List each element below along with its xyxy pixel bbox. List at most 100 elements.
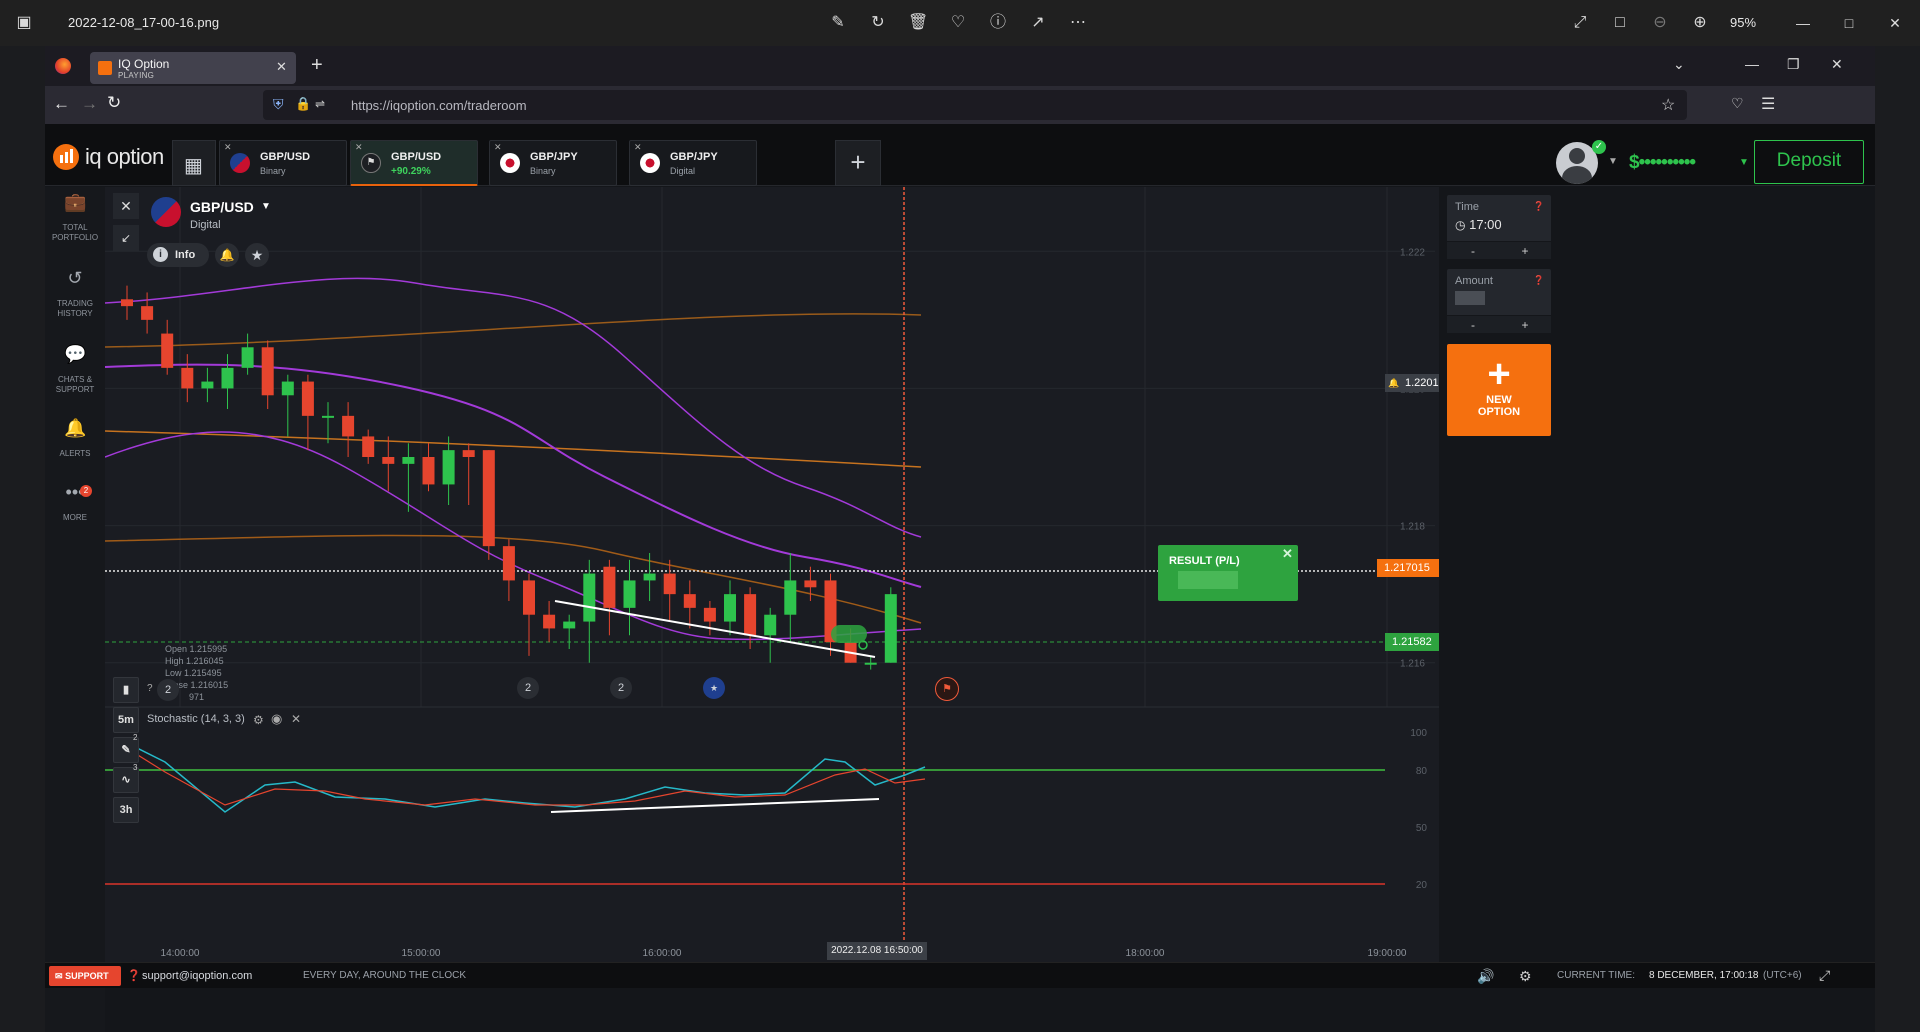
zoom-in-icon[interactable]: ⊕ — [1690, 13, 1710, 33]
account-balance[interactable]: $•••••••••• — [1629, 152, 1696, 174]
asset-tab-gbpjpy-binary[interactable]: ✕ GBP/JPY Binary — [489, 140, 617, 186]
new-tab-icon[interactable]: + — [311, 54, 323, 77]
close-asset-tab-icon[interactable]: ✕ — [224, 142, 232, 153]
candle-body — [864, 662, 877, 665]
maximize-window-button[interactable]: □ — [1826, 8, 1872, 38]
forward-arrow-icon[interactable]: → — [81, 94, 98, 114]
profile-chevron-down-icon[interactable]: ▼ — [1608, 156, 1618, 167]
candle-body — [342, 415, 355, 437]
actual-size-icon[interactable]: □ — [1610, 13, 1630, 33]
amount-control[interactable]: Amount ❓ - + — [1447, 269, 1551, 333]
close-result-icon[interactable]: ✕ — [1282, 546, 1293, 562]
sidebar-item-trading-history[interactable]: ↺ TRADING HISTORY — [45, 269, 105, 319]
timeframe-3h-button[interactable]: 3h — [113, 797, 139, 823]
close-asset-tab-icon[interactable]: ✕ — [634, 142, 642, 153]
close-chart-icon[interactable]: ✕ — [113, 193, 139, 219]
hamburger-menu-icon[interactable]: ☰ — [1761, 94, 1775, 114]
asset-tab-gbpusd-binary[interactable]: ✕ GBP/USD Binary — [219, 140, 347, 186]
gbp-jpy-flag-icon — [500, 153, 520, 173]
chart-type-candles-button[interactable]: ▮ — [113, 677, 139, 703]
deposit-button[interactable]: Deposit — [1754, 140, 1864, 184]
zoom-level: 95% — [1730, 15, 1757, 30]
candle-body — [523, 580, 535, 615]
tracking-shield-icon[interactable]: ⛨ — [273, 96, 284, 113]
lock-icon[interactable]: 🔒 — [295, 96, 311, 112]
asset-grid-button[interactable]: ▦ — [172, 140, 216, 186]
sidebar-item-total-portfolio[interactable]: 💼 TOTAL PORTFOLIO — [45, 193, 105, 243]
reload-icon[interactable]: ↻ — [107, 93, 121, 113]
time-minus-button[interactable]: - — [1447, 241, 1499, 259]
close-window-button[interactable]: ✕ — [1872, 8, 1918, 38]
share-icon[interactable]: ↗ — [1028, 13, 1048, 33]
amount-minus-button[interactable]: - — [1447, 315, 1499, 333]
sidebar-item-alerts[interactable]: 🔔 ALERTS — [45, 419, 105, 459]
sound-icon[interactable]: 🔊 — [1477, 968, 1494, 985]
firefox-icon[interactable] — [55, 58, 71, 74]
permissions-icon[interactable]: ⇌ — [315, 97, 325, 111]
browser-tab-iqoption[interactable]: IQ Option PLAYING ✕ — [90, 52, 296, 84]
candle-body — [884, 594, 897, 663]
event-chip[interactable]: 2 — [610, 677, 632, 699]
candle-body — [301, 381, 314, 416]
asset-tab-gbpjpy-digital[interactable]: ✕ GBP/JPY Digital — [629, 140, 757, 186]
asset-chevron-down-icon[interactable]: ▼ — [261, 201, 271, 212]
pocket-icon[interactable]: ♡ — [1731, 95, 1744, 112]
collapse-icon[interactable]: ↙ — [113, 225, 139, 251]
price-alert-bell-icon[interactable]: 🔔 — [215, 243, 239, 267]
indicator-remove-icon[interactable]: ✕ — [291, 712, 301, 726]
browser-close-icon[interactable]: ✕ — [1831, 56, 1843, 73]
help-icon[interactable]: ❓ — [1533, 201, 1544, 212]
favorite-heart-icon[interactable]: ♡ — [948, 13, 968, 33]
sidebar-item-chats-support[interactable]: 💬 CHATS & SUPPORT — [45, 345, 105, 395]
sidebar-item-more[interactable]: ••• MORE 2 — [45, 483, 105, 523]
edit-image-icon[interactable]: ✎ — [828, 13, 848, 33]
asset-tab-gbpusd-active[interactable]: ✕ ⚑ GBP/USD +90.29% — [350, 140, 478, 186]
delete-icon[interactable]: 🗑 — [908, 13, 928, 33]
expiration-flag-icon[interactable]: ⚑ — [935, 677, 959, 701]
fullscreen-icon[interactable]: ⤢ — [1819, 967, 1830, 984]
bookmark-star-icon[interactable]: ☆ — [1661, 95, 1675, 115]
amount-plus-button[interactable]: + — [1499, 315, 1551, 333]
info-button[interactable]: i Info — [147, 243, 209, 267]
new-option-button[interactable]: + NEW OPTION — [1447, 344, 1551, 436]
favorite-star-icon[interactable]: ★ — [245, 243, 269, 267]
news-event-icon[interactable]: ★ — [703, 677, 725, 699]
current-price-tag: 1.217015 — [1377, 559, 1439, 577]
zoom-out-icon[interactable]: ⊖ — [1650, 13, 1670, 33]
support-button[interactable]: ✉ SUPPORT — [49, 966, 121, 986]
help-icon[interactable]: ? — [147, 683, 153, 694]
settings-gear-icon[interactable]: ⚙ — [1519, 968, 1532, 985]
list-tabs-chevron-down-icon[interactable]: ⌄ — [1673, 56, 1685, 73]
chart-asset-name[interactable]: GBP/USD — [190, 199, 254, 215]
fullscreen-icon[interactable]: ⤢ — [1570, 13, 1590, 33]
help-icon[interactable]: ❓ — [1533, 275, 1544, 286]
iqoption-logo-icon[interactable] — [53, 144, 79, 170]
asset-tab-name: GBP/USD — [260, 151, 311, 163]
time-plus-button[interactable]: + — [1499, 241, 1551, 259]
balance-chevron-down-icon[interactable]: ▼ — [1739, 157, 1749, 168]
indicator-visibility-eye-icon[interactable]: ◉ — [271, 711, 282, 727]
minimize-window-button[interactable]: — — [1780, 8, 1826, 38]
cursor-time-label: 2022.12.08 16:50:00 — [827, 942, 927, 960]
close-tab-icon[interactable]: ✕ — [276, 59, 287, 75]
result-pl-box[interactable]: RESULT (P/L) ✕ — [1158, 545, 1298, 601]
event-chip[interactable]: 2 — [517, 677, 539, 699]
chart-area[interactable]: 1.2221.2201.2181.21614:00:0015:00:0016:0… — [105, 187, 1452, 962]
browser-minimize-icon[interactable]: — — [1745, 56, 1759, 72]
close-asset-tab-icon[interactable]: ✕ — [494, 142, 502, 153]
close-asset-tab-icon[interactable]: ✕ — [355, 142, 363, 153]
indicator-settings-gear-icon[interactable]: ⚙ — [253, 713, 264, 727]
expiry-time-control[interactable]: Time ❓ ◷ 17:00 - + — [1447, 195, 1551, 259]
expiry-time-value[interactable]: ◷ 17:00 — [1455, 217, 1502, 232]
amount-value-masked[interactable] — [1455, 291, 1485, 305]
more-dots-icon[interactable]: ⋯ — [1068, 13, 1088, 33]
event-chip[interactable]: 2 — [157, 679, 179, 701]
browser-restore-icon[interactable]: ❐ — [1787, 56, 1800, 73]
info-icon[interactable]: ⓘ — [988, 13, 1008, 33]
address-bar[interactable]: ⛨ 🔒 ⇌ https://iqoption.com/traderoom ☆ — [263, 90, 1687, 120]
back-arrow-icon[interactable]: ← — [53, 94, 70, 114]
rotate-icon[interactable]: ↻ — [868, 13, 888, 33]
add-asset-tab-button[interactable]: + — [835, 140, 881, 186]
timeframe-5m-button[interactable]: 5m — [113, 707, 139, 733]
support-email[interactable]: support@iqoption.com — [142, 970, 252, 982]
